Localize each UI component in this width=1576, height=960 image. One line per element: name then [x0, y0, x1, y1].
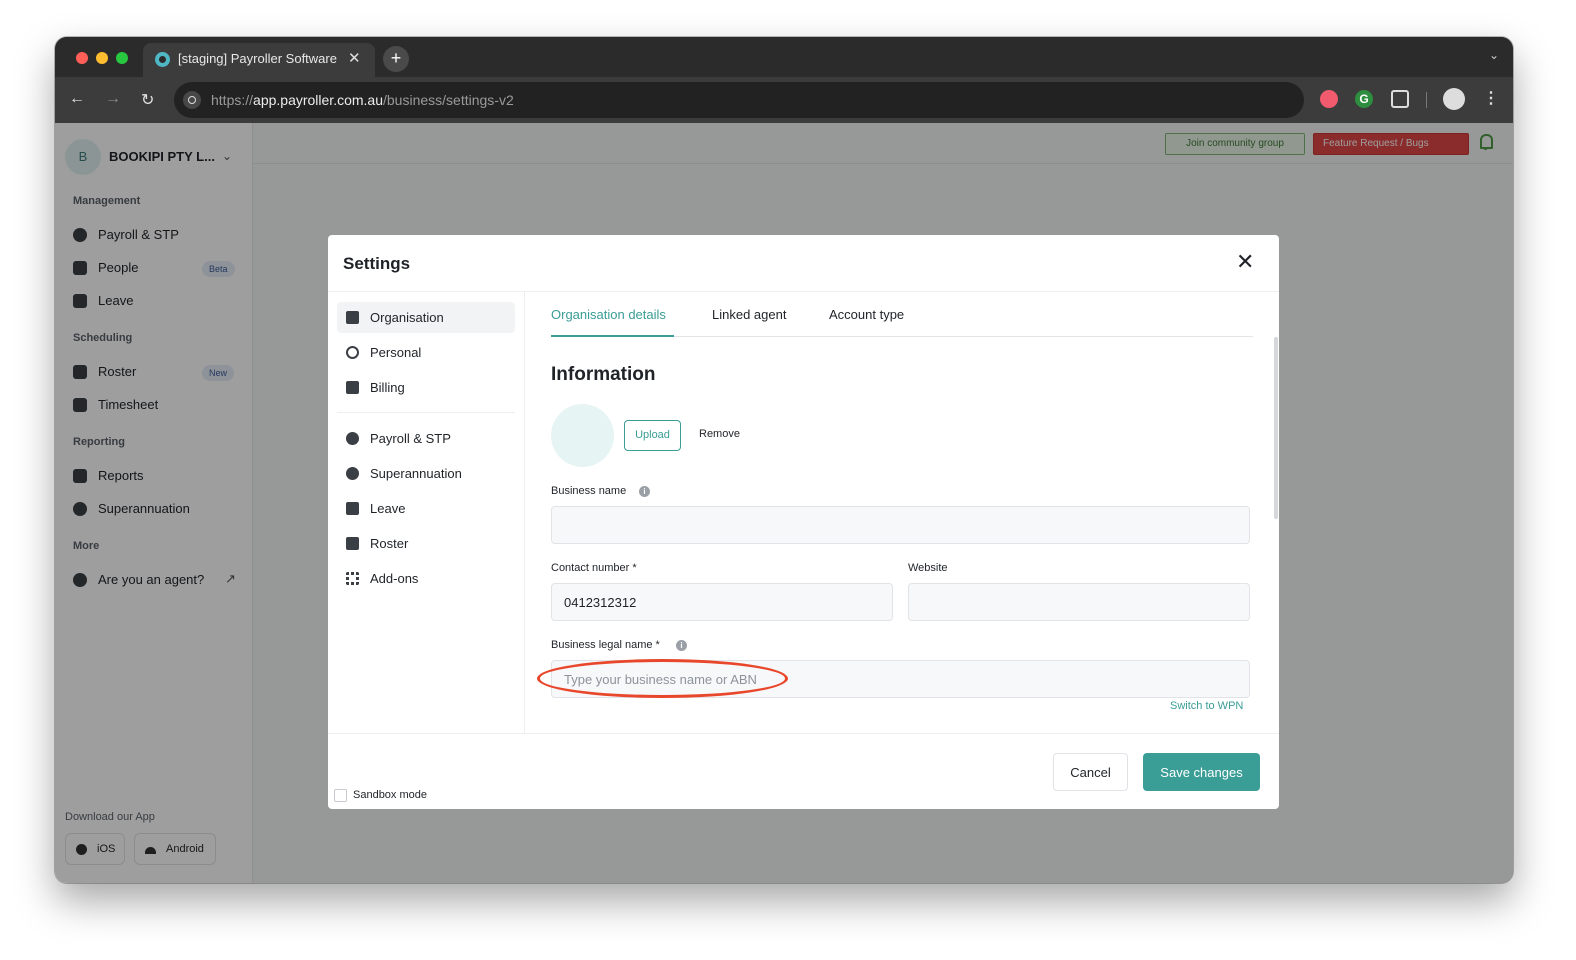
settings-nav-label: Personal — [370, 345, 422, 360]
settings-nav-personal[interactable]: Personal — [337, 337, 515, 368]
remove-button[interactable]: Remove — [699, 428, 740, 440]
contact-number-label: Contact number * — [551, 562, 637, 574]
business-logo-placeholder — [551, 404, 614, 467]
settings-nav-label: Organisation — [370, 310, 444, 325]
payroll-icon — [346, 432, 359, 445]
browser-toolbar: ← → ↻ https://app.payroller.com.au/busin… — [55, 77, 1513, 123]
tab-title: [staging] Payroller Software W — [178, 51, 338, 66]
app-viewport: B BOOKIPI PTY L... ⌄ Management Payroll … — [55, 123, 1513, 883]
add-ons-icon — [346, 572, 359, 585]
piggy-bank-icon — [346, 467, 359, 480]
website-label: Website — [908, 562, 948, 574]
payroller-favicon-icon — [155, 52, 170, 67]
business-name-input[interactable] — [551, 506, 1250, 544]
minimize-window-button[interactable] — [96, 52, 108, 64]
address-bar[interactable]: https://app.payroller.com.au/business/se… — [174, 82, 1304, 118]
settings-nav: Organisation Personal Billing Payroll & … — [328, 292, 525, 733]
business-legal-name-input[interactable] — [551, 660, 1250, 698]
settings-nav-label: Add-ons — [370, 571, 419, 586]
grammarly-extension-icon[interactable]: G — [1355, 90, 1373, 108]
tab-account-type[interactable]: Account type — [829, 307, 904, 322]
settings-tabs: Organisation details Linked agent Accoun… — [551, 292, 1253, 337]
website-input[interactable] — [908, 583, 1250, 621]
modal-title: Settings — [343, 254, 411, 273]
sandbox-mode-checkbox[interactable] — [334, 789, 347, 802]
organisation-icon — [346, 311, 359, 324]
settings-nav-leave[interactable]: Leave — [337, 493, 515, 524]
tab-close-icon[interactable]: ✕ — [348, 49, 361, 67]
browser-menu-icon[interactable]: ⋮ — [1483, 88, 1499, 108]
settings-nav-label: Leave — [370, 501, 406, 516]
settings-nav-label: Roster — [370, 536, 409, 551]
modal-footer-divider — [328, 733, 1279, 734]
save-changes-button[interactable]: Save changes — [1143, 753, 1260, 791]
settings-nav-label: Payroll & STP — [370, 431, 451, 446]
calendar-icon — [346, 537, 359, 550]
profile-avatar[interactable] — [1443, 88, 1465, 110]
extensions-puzzle-icon[interactable] — [1391, 90, 1409, 108]
settings-modal: Settings ✕ Organisation Personal Billing — [328, 235, 1279, 809]
contact-number-input[interactable] — [551, 583, 893, 621]
settings-nav-superannuation[interactable]: Superannuation — [337, 458, 515, 489]
reload-icon[interactable]: ↻ — [141, 90, 154, 110]
tab-search-chevron-icon[interactable]: ⌄ — [1489, 48, 1499, 62]
cancel-button[interactable]: Cancel — [1053, 753, 1128, 791]
extension-icon[interactable] — [1320, 90, 1338, 108]
business-legal-name-label: Business legal name * — [551, 639, 660, 651]
forward-arrow-icon[interactable]: → — [105, 90, 121, 108]
settings-nav-billing[interactable]: Billing — [337, 372, 515, 403]
url-text[interactable]: https://app.payroller.com.au/business/se… — [211, 92, 514, 108]
site-info-icon[interactable] — [183, 91, 201, 109]
new-tab-button[interactable]: + — [383, 46, 409, 72]
toolbar-divider — [1426, 92, 1427, 108]
settings-nav-label: Superannuation — [370, 466, 462, 481]
sandbox-mode-label: Sandbox mode — [353, 789, 427, 801]
browser-tab[interactable]: [staging] Payroller Software W ✕ — [143, 43, 375, 77]
active-tab-indicator — [551, 335, 674, 337]
leave-icon — [346, 502, 359, 515]
browser-window: [staging] Payroller Software W ✕ + ⌄ ← →… — [55, 37, 1513, 883]
tab-linked-agent[interactable]: Linked agent — [712, 307, 786, 322]
settings-nav-roster[interactable]: Roster — [337, 528, 515, 559]
settings-nav-add-ons[interactable]: Add-ons — [337, 563, 515, 594]
close-window-button[interactable] — [76, 52, 88, 64]
tab-bar: [staging] Payroller Software W ✕ + ⌄ — [55, 37, 1513, 77]
section-title: Information — [551, 364, 656, 385]
info-icon[interactable]: i — [639, 486, 650, 497]
settings-nav-label: Billing — [370, 380, 405, 395]
maximize-window-button[interactable] — [116, 52, 128, 64]
business-name-label: Business name — [551, 485, 627, 497]
modal-scrollbar[interactable] — [1274, 337, 1278, 519]
settings-nav-divider — [337, 412, 515, 413]
switch-to-wpn-link[interactable]: Switch to WPN — [1170, 700, 1243, 712]
credit-card-icon — [346, 381, 359, 394]
user-circle-icon — [346, 346, 359, 359]
settings-nav-payroll[interactable]: Payroll & STP — [337, 423, 515, 454]
back-arrow-icon[interactable]: ← — [69, 90, 85, 108]
close-icon[interactable]: ✕ — [1236, 251, 1254, 273]
info-icon[interactable]: i — [676, 640, 687, 651]
settings-nav-organisation[interactable]: Organisation — [337, 302, 515, 333]
upload-button[interactable]: Upload — [624, 420, 681, 451]
tab-organisation-details[interactable]: Organisation details — [551, 307, 666, 322]
